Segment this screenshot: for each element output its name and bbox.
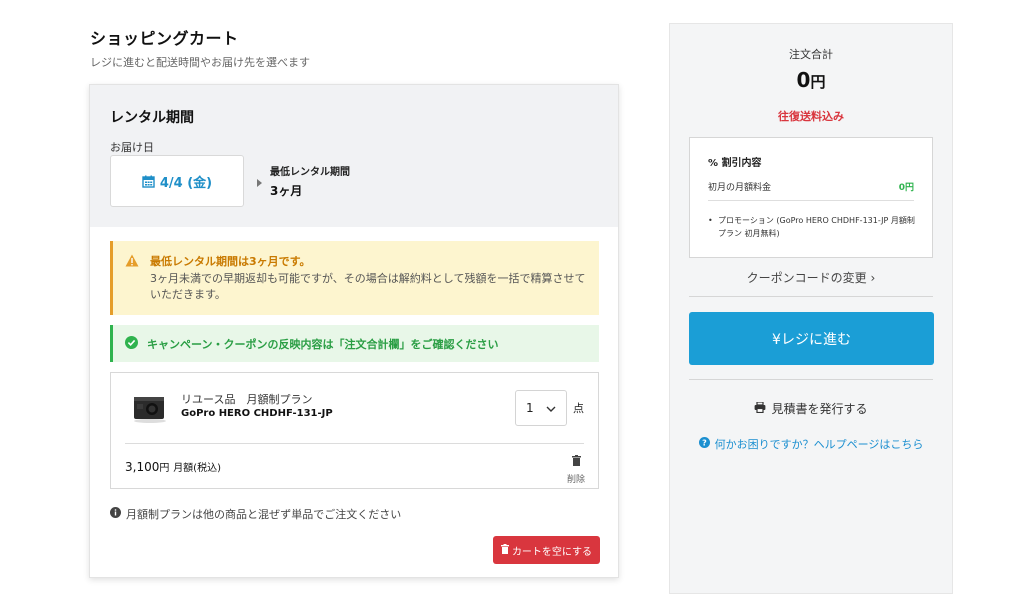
discount-row-value: 0円 [898,183,914,193]
trash-icon [500,543,509,557]
rental-period-section: レンタル期間 お届け日 4/4 (金) 最低レンタル期間 3ヶ月 [90,85,618,227]
product-plan-type: リユース品 月額制プラン [181,393,313,406]
product-name: GoPro HERO CHDHF-131-JP [181,408,333,419]
order-total: 0円 [670,68,952,92]
product-price-currency: 円 [159,463,170,474]
help-page-link[interactable]: ? 何かお困りですか？ヘルプページはこちら [670,436,952,452]
product-image [131,391,169,429]
warning-body: 3ヶ月未満での早期返却も可能ですが、その場合は解約料として残額を一括で精算させて… [150,272,586,301]
info-icon [110,507,121,521]
single-item-notice: 月額制プランは他の商品と混ぜず単品でご注文ください [110,506,401,522]
change-coupon-link[interactable]: クーポンコードの変更 › [670,269,952,286]
single-item-notice-text: 月額制プランは他の商品と混ぜず単品でご注文ください [126,508,402,521]
min-rental-period-value: 3ヶ月 [270,184,303,198]
calendar-icon [142,175,155,188]
summary-divider [689,296,933,297]
order-total-currency: 円 [810,73,826,91]
rental-period-title: レンタル期間 [110,110,194,126]
quantity-select[interactable]: 1 [515,390,567,426]
order-total-label: 注文合計 [789,48,833,61]
campaign-notice: キャンペーン・クーポンの反映内容は「注文合計欄」をご確認ください [110,325,599,362]
delete-item-label: 削除 [566,475,585,485]
discount-details: % 割引内容 初月の月額料金 0円 プロモーション (GoPro HERO CH… [689,137,933,258]
change-coupon-label: クーポンコードの変更 [746,271,867,285]
help-page-label: 何かお困りですか？ヘルプページはこちら [714,438,924,451]
product-price: 3,100円 月額(税込) [125,459,221,474]
empty-cart-label: カートを空にする [511,546,593,558]
order-summary-panel: 注文合計 0円 往復送料込み % 割引内容 初月の月額料金 0円 プロモーション… [669,23,953,594]
page-title: ショッピングカート [90,29,239,48]
item-divider [125,443,584,444]
delivery-date-value: 4/4 (金) [159,175,213,191]
order-total-amount: 0 [796,68,811,92]
chevron-down-icon [546,401,556,415]
delivery-date-label: お届け日 [110,141,154,154]
trash-icon [571,451,581,470]
discount-title-text: 割引内容 [721,158,762,169]
min-period-warning: 最低レンタル期間は3ヶ月です。 3ヶ月未満での早期返却も可能ですが、その場合は解… [110,241,599,315]
percent-icon: % [708,158,719,169]
campaign-notice-text: キャンペーン・クーポンの反映内容は「注文合計欄」をご確認ください [147,337,499,351]
check-circle-icon [125,334,138,353]
caret-right-icon [257,179,262,187]
issue-quote-label: 見積書を発行する [771,402,868,416]
warning-title: 最低レンタル期間は3ヶ月です。 [150,255,311,268]
product-price-suffix: 月額(税込) [173,463,221,474]
delivery-date-picker[interactable]: 4/4 (金) [110,155,244,207]
quantity-value: 1 [526,401,534,415]
discount-row-label: 初月の月額料金 [708,183,772,193]
page-subtitle: レジに進むと配送時間やお届け先を選べます [90,56,310,69]
cart-item: リユース品 月額制プラン GoPro HERO CHDHF-131-JP 1 点… [110,372,599,489]
printer-icon [754,400,766,416]
issue-quote-button[interactable]: 見積書を発行する [670,400,952,417]
min-rental-period-label: 最低レンタル期間 [270,167,350,178]
cart-card: レンタル期間 お届け日 4/4 (金) 最低レンタル期間 3ヶ月 最低レンタル期… [89,84,619,578]
summary-divider [689,379,933,380]
discount-divider [708,200,914,201]
delete-item-button[interactable]: 削除 [563,451,589,485]
product-price-amount: 3,100 [125,460,160,474]
help-icon: ? [698,437,710,451]
discount-title: % 割引内容 [708,154,762,169]
quantity-unit: 点 [573,402,584,415]
chevron-right-icon: › [870,271,876,285]
empty-cart-button[interactable]: カートを空にする [493,536,600,564]
svg-text:?: ? [702,439,707,448]
promotion-item: プロモーション (GoPro HERO CHDHF-131-JP 月額制プラン … [708,214,918,240]
warning-icon [125,252,139,271]
shipping-included-note: 往復送料込み [778,110,844,123]
checkout-button[interactable]: ¥レジに進む [689,312,934,365]
